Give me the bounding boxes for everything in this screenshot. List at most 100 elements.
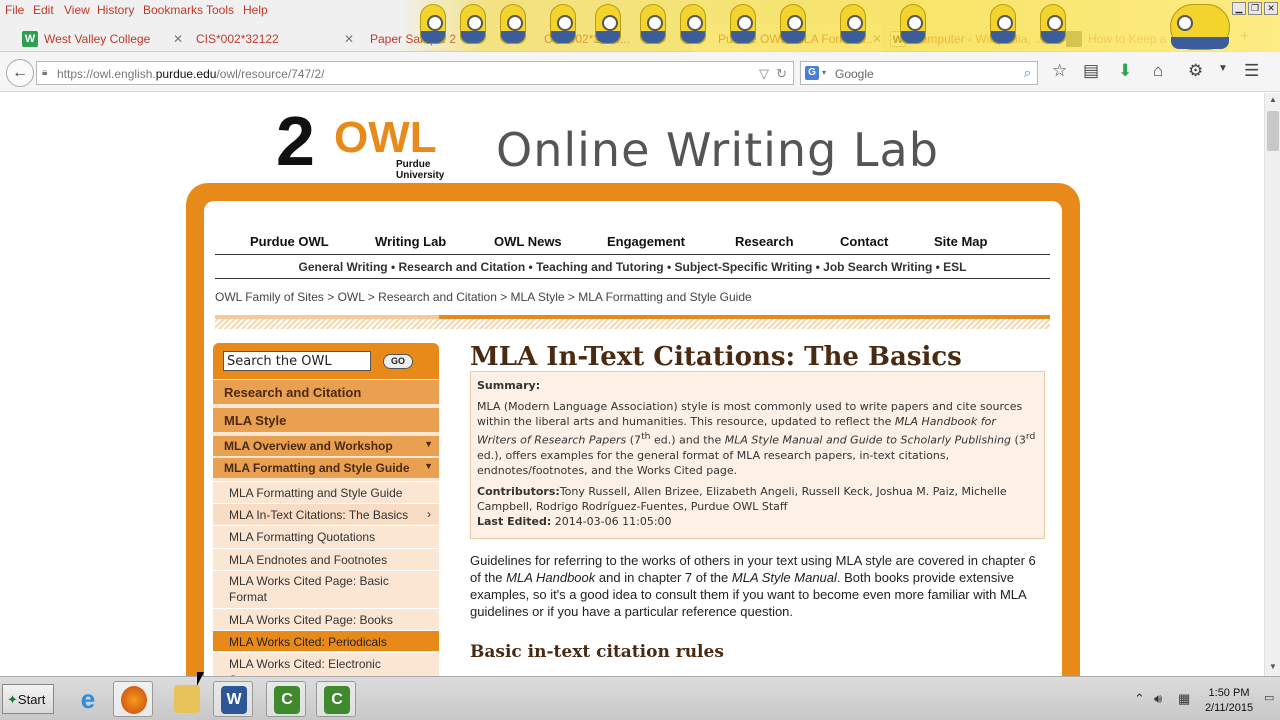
clock-date: 2/11/2015	[1204, 702, 1254, 714]
tab-west-valley[interactable]: W West Valley College ✕	[18, 24, 183, 52]
url-bar[interactable]: 🔒︎ https://owl.english.purdue.edu/owl/re…	[36, 61, 794, 85]
tray-expand-icon[interactable]: ⌃	[1134, 691, 1145, 707]
network-icon[interactable]: ▦	[1178, 691, 1190, 707]
web-page: 2 OWL Purdue University Online Writing L…	[0, 93, 1264, 676]
nav-bar: ← 🔒︎ https://owl.english.purdue.edu/owl/…	[0, 52, 1280, 92]
sidebar-item-formatting-guide[interactable]: MLA Formatting and Style Guide	[213, 481, 439, 502]
sidebar-item-electronic-sources[interactable]: MLA Works Cited: Electronic Sources	[213, 652, 439, 676]
main-nav: Purdue OWL Writing Lab OWL News Engageme…	[215, 231, 1050, 255]
search-owl-input[interactable]	[223, 351, 371, 371]
sidebar-heading-mla-overview[interactable]: MLA Overview and Workshop ▼	[213, 436, 439, 456]
breadcrumb[interactable]: OWL Family of Sites > OWL > Research and…	[215, 290, 752, 304]
taskbar: ✦Start e W C C ⌃ 🔊︎ ▦ 1:50 PM 2/11/2015 …	[0, 676, 1280, 720]
logo-text: OWL	[334, 113, 437, 162]
word-icon: W	[221, 686, 247, 714]
restore-icon[interactable]: ❐	[1248, 2, 1262, 15]
addon-icon[interactable]: ⚙	[1188, 61, 1203, 81]
tab-label: CIS*002*3003...	[544, 32, 631, 46]
sidebar-item-endnotes[interactable]: MLA Endnotes and Footnotes	[213, 548, 439, 569]
home-icon[interactable]: ⌂	[1153, 61, 1163, 81]
wikipedia-favicon-icon: W	[890, 31, 906, 47]
tab-keep-a-job[interactable]: How to Keep a Job ...	[1062, 24, 1234, 52]
nav-engagement[interactable]: Engagement	[607, 234, 685, 249]
tab-purdue-owl-active[interactable]: Purdue OWL: MLA Formatt... ✕	[692, 24, 882, 52]
tab-cis-3003[interactable]: CIS*002*3003...	[518, 24, 698, 52]
firefox-icon	[121, 686, 147, 714]
volume-icon[interactable]: 🔊︎	[1154, 691, 1162, 707]
nav-purdue-owl[interactable]: Purdue OWL	[250, 234, 329, 249]
nav-research[interactable]: Research	[735, 234, 794, 249]
go-button[interactable]: GO	[383, 354, 413, 369]
reload-icon[interactable]: ↻	[776, 66, 787, 82]
tab-cis-32122[interactable]: CIS*002*32122 ✕	[170, 24, 354, 52]
reading-list-icon[interactable]: ▤	[1083, 61, 1099, 81]
tab-paper-sample[interactable]: Paper Sample 2	[344, 24, 524, 52]
sidebar-item-quotations[interactable]: MLA Formatting Quotations	[213, 525, 439, 547]
tab-label: CIS*002*32122	[196, 32, 279, 46]
sub-nav[interactable]: General Writing • Research and Citation …	[215, 256, 1050, 279]
tab-wikipedia[interactable]: W Computer - Wikipedia, ...	[886, 24, 1062, 52]
decorative-stripe	[215, 315, 1050, 329]
menu-file[interactable]: File	[5, 3, 24, 17]
menu-view[interactable]: View	[64, 3, 90, 17]
sidebar-item-in-text-citations[interactable]: MLA In-Text Citations: The Basics ›	[213, 503, 439, 524]
bookmark-star-icon[interactable]: ☆	[1052, 61, 1067, 81]
sidebar-heading-research-citation[interactable]: Research and Citation	[213, 380, 439, 404]
dropdown-icon[interactable]: ▽	[759, 66, 769, 82]
scroll-up-icon[interactable]: ▲	[1267, 95, 1279, 107]
tab-label: Paper Sample 2	[370, 32, 457, 46]
menu-bookmarks[interactable]: Bookmarks	[143, 3, 203, 17]
addon-dropdown-icon[interactable]: ▼	[1218, 63, 1228, 74]
close-window-icon[interactable]: ✕	[1264, 2, 1278, 15]
taskbar-camtasia-2[interactable]: C	[316, 681, 356, 717]
west-valley-favicon-icon: W	[22, 31, 38, 47]
taskbar-internet-explorer[interactable]: e	[68, 681, 108, 717]
taskbar-word[interactable]: W	[213, 681, 253, 717]
search-bar[interactable]: G ▾ Google ⌕	[800, 61, 1038, 85]
sidebar-item-works-cited-basic[interactable]: MLA Works Cited Page: Basic Format	[213, 570, 439, 607]
hamburger-menu-icon[interactable]: ☰	[1244, 61, 1259, 81]
sidebar-item-periodicals[interactable]: MLA Works Cited: Periodicals	[213, 630, 439, 651]
close-tab-icon[interactable]: ✕	[872, 32, 882, 46]
sidebar: GO Research and Citation MLA Style MLA O…	[213, 343, 439, 676]
scroll-down-icon[interactable]: ▼	[1267, 662, 1279, 674]
sidebar-item-works-cited-books[interactable]: MLA Works Cited Page: Books	[213, 608, 439, 629]
new-tab-icon[interactable]: +	[1240, 28, 1249, 46]
sidebar-heading-mla-formatting[interactable]: MLA Formatting and Style Guide ▼	[213, 458, 439, 478]
back-button[interactable]: ←	[6, 59, 34, 87]
back-arrow-icon: ←	[12, 64, 28, 81]
vertical-scrollbar[interactable]: ▲ ▼	[1264, 93, 1280, 676]
nav-owl-news[interactable]: OWL News	[494, 234, 562, 249]
sidebar-heading-mla-style[interactable]: MLA Style	[213, 408, 439, 432]
tab-label: How to Keep a Job ...	[1088, 32, 1203, 46]
nav-site-map[interactable]: Site Map	[934, 234, 987, 249]
menu-edit[interactable]: Edit	[33, 3, 54, 17]
owl-logo[interactable]: 2 OWL Purdue University	[276, 102, 456, 181]
expand-arrow-icon: ▼	[424, 461, 433, 471]
search-icon[interactable]: ⌕	[1024, 65, 1031, 81]
summary-text: MLA (Modern Language Association) style …	[477, 400, 1036, 477]
download-icon[interactable]: ⬇	[1118, 61, 1132, 81]
start-button[interactable]: ✦Start	[2, 684, 54, 714]
menu-tools[interactable]: Tools	[206, 3, 234, 17]
windows-logo-icon: ✦	[7, 692, 18, 707]
url-path: /owl/resource/747/2/	[216, 67, 325, 81]
taskbar-file-explorer[interactable]	[167, 681, 207, 717]
engine-dropdown-icon[interactable]: ▾	[822, 68, 826, 77]
taskbar-camtasia-1[interactable]: C	[266, 681, 306, 717]
menu-history[interactable]: History	[97, 3, 134, 17]
site-title: Online Writing Lab	[496, 123, 939, 177]
url-domain: purdue.edu	[155, 67, 217, 81]
show-desktop-icon[interactable]: ▭	[1264, 691, 1274, 704]
nav-contact[interactable]: Contact	[840, 234, 888, 249]
taskbar-firefox[interactable]	[113, 681, 153, 717]
minimize-icon[interactable]: ▁	[1232, 2, 1246, 15]
camtasia-icon: C	[274, 686, 300, 714]
tab-label: Computer - Wikipedia, ...	[912, 32, 1045, 46]
menu-help[interactable]: Help	[243, 3, 268, 17]
sidebar-search-area: GO	[213, 343, 439, 379]
camtasia-icon: C	[324, 686, 350, 714]
nav-writing-lab[interactable]: Writing Lab	[375, 234, 446, 249]
scroll-thumb[interactable]	[1267, 111, 1279, 151]
taskbar-clock[interactable]: 1:50 PM 2/11/2015	[1196, 686, 1262, 716]
